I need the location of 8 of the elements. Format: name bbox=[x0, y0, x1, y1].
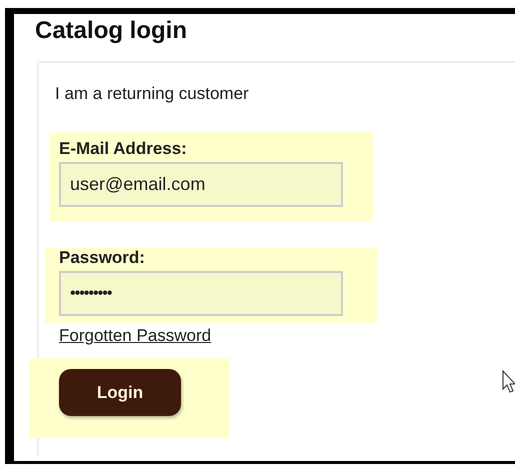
field-label: Password: bbox=[59, 248, 145, 268]
page-title: Catalog login bbox=[35, 17, 187, 45]
section-heading: I am a returning customer bbox=[55, 83, 249, 105]
input-field[interactable]: ••••••••• bbox=[59, 271, 343, 316]
login-button[interactable]: Login bbox=[59, 369, 181, 416]
field-label: E-Mail Address: bbox=[59, 139, 187, 159]
input-field[interactable]: user@email.com bbox=[59, 162, 343, 207]
forgotten-password-link[interactable]: Forgotten Password bbox=[59, 325, 212, 347]
